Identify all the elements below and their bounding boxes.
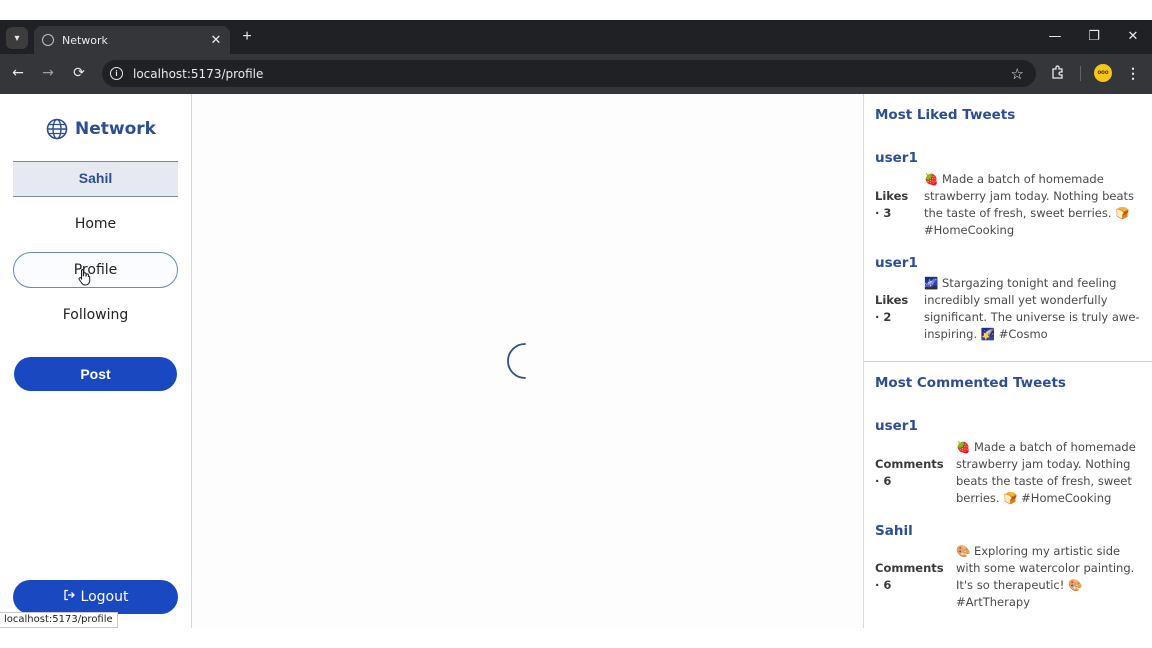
loading-spinner-icon — [507, 343, 526, 379]
profile-avatar[interactable]: ooo — [1094, 64, 1112, 82]
back-arrow-icon[interactable]: ← — [9, 64, 27, 82]
browser-tab[interactable]: Network ✕ — [34, 26, 230, 54]
trending-panel: Most Liked Tweets user1 Likes · 3 🍓 Made … — [863, 94, 1152, 628]
minimize-window-icon[interactable]: — — [1045, 28, 1065, 46]
address-bar[interactable]: i localhost:5173/profile ☆ — [102, 60, 1036, 87]
extensions-puzzle-icon[interactable] — [1049, 64, 1067, 82]
tweet-likes: Likes · 3 — [875, 189, 909, 220]
tweet-comments: Comments · 6 — [875, 561, 944, 592]
tweet-user[interactable]: user1 — [875, 418, 918, 434]
most-liked-title: Most Liked Tweets — [875, 107, 1016, 123]
site-info-icon[interactable]: i — [110, 67, 123, 80]
post-button[interactable]: Post — [14, 357, 177, 391]
tweet-user[interactable]: user1 — [875, 255, 918, 271]
forward-arrow-icon[interactable]: → — [39, 64, 57, 82]
sidebar: Network Sahil Home Profile Following Pos… — [0, 94, 192, 628]
tweet-text[interactable]: 🎨 Exploring my artistic side with some w… — [956, 543, 1142, 611]
browser-menu-icon[interactable]: ⋮ — [1126, 64, 1140, 82]
tab-title: Network — [62, 33, 108, 47]
logout-button[interactable]: Logout — [13, 580, 178, 614]
tweet-user[interactable]: user1 — [875, 150, 918, 166]
tweet-comments: Comments · 6 — [875, 457, 944, 488]
bottom-strip — [0, 628, 1152, 648]
reload-icon[interactable]: ⟳ — [70, 64, 88, 82]
section-divider — [864, 361, 1152, 362]
brand-logo[interactable]: Network — [46, 118, 156, 140]
screen: ▾ Network ✕ + — ❐ ✕ ← → ⟳ i localhost:51… — [0, 0, 1152, 648]
close-window-icon[interactable]: ✕ — [1123, 28, 1143, 46]
current-user-chip[interactable]: Sahil — [13, 161, 178, 197]
globe-icon — [46, 118, 68, 140]
tweet-likes: Likes · 2 — [875, 293, 909, 324]
tweet-text[interactable]: 🍓 Made a batch of homemade strawberry ja… — [956, 439, 1142, 507]
brand-name: Network — [75, 119, 156, 139]
new-tab-icon[interactable]: + — [238, 28, 256, 46]
restore-window-icon[interactable]: ❐ — [1084, 28, 1104, 46]
tab-close-icon[interactable]: ✕ — [206, 32, 226, 48]
tweet-user[interactable]: Sahil — [875, 523, 913, 539]
page: Network Sahil Home Profile Following Pos… — [0, 94, 1152, 628]
nav-item-profile[interactable]: Profile — [13, 252, 178, 288]
toolbar-separator — [1080, 66, 1081, 81]
logout-label: Logout — [80, 589, 129, 605]
tab-search-menu-icon[interactable]: ▾ — [6, 27, 28, 49]
tweet-text[interactable]: 🌌 Stargazing tonight and feeling incredi… — [924, 275, 1144, 343]
bookmark-star-icon[interactable]: ☆ — [1011, 65, 1024, 83]
nav-item-home[interactable]: Home — [13, 207, 178, 243]
link-status-bar: localhost:5173/profile — [0, 612, 118, 628]
address-url[interactable]: localhost:5173/profile — [133, 67, 1011, 81]
tweet-text[interactable]: 🍓 Made a batch of homemade strawberry ja… — [924, 171, 1144, 239]
logout-icon — [63, 580, 75, 614]
most-commented-title: Most Commented Tweets — [875, 375, 1066, 391]
hand-cursor-icon — [78, 268, 91, 286]
nav-item-following[interactable]: Following — [13, 298, 178, 334]
globe-favicon-icon — [42, 34, 54, 46]
